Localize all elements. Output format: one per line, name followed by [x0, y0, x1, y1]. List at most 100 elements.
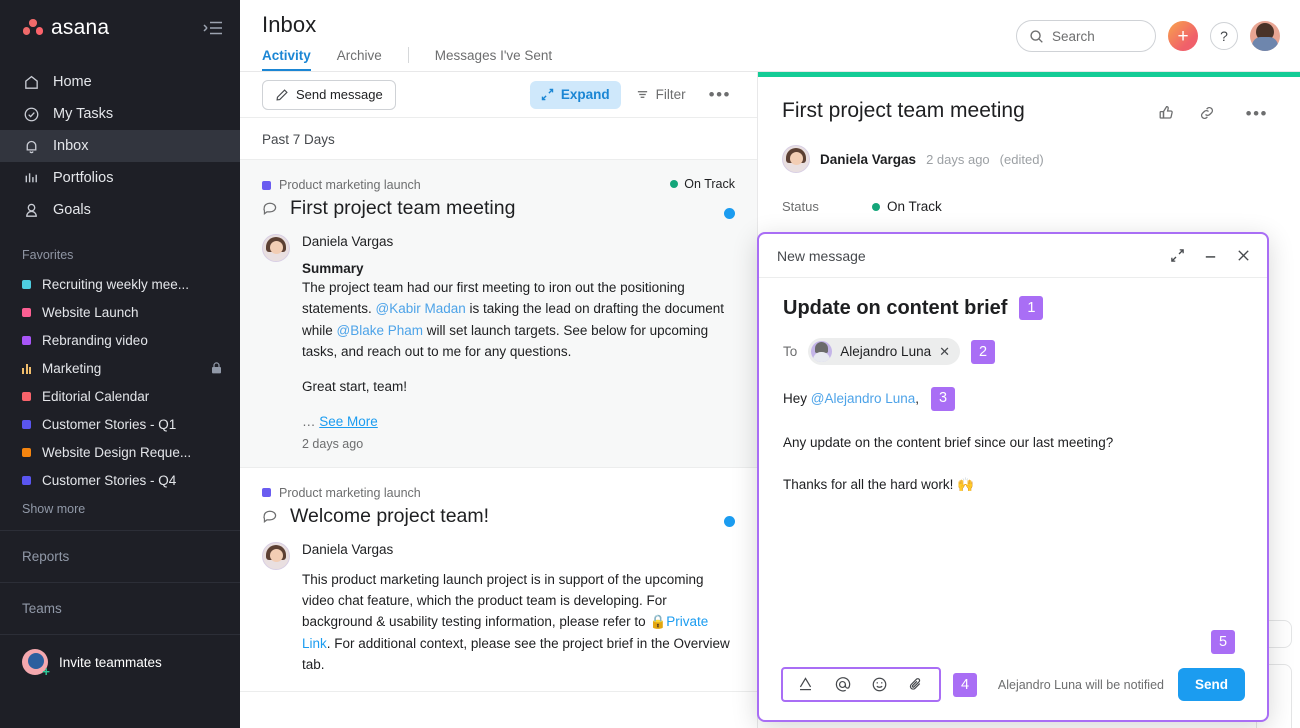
- tab-activity[interactable]: Activity: [262, 48, 311, 72]
- inbox-list-item[interactable]: Product marketing launch On Track First …: [240, 160, 757, 468]
- expand-icon[interactable]: [1170, 248, 1185, 263]
- message-body: Daniela Vargas Summary The project team …: [302, 234, 735, 451]
- detail-author-row: Daniela Vargas 2 days ago (edited): [782, 145, 1276, 173]
- message-greeting[interactable]: Hey @Alejandro Luna, 3: [783, 387, 1243, 411]
- favorite-label: Website Design Reque...: [42, 445, 191, 460]
- link-icon[interactable]: [1198, 104, 1216, 122]
- detail-content: First project team meeting •••: [758, 77, 1300, 214]
- sidebar-item-home[interactable]: Home: [0, 66, 240, 98]
- recipient-chip[interactable]: Alejandro Luna ✕: [808, 338, 960, 365]
- favorite-item[interactable]: Website Design Reque...: [0, 438, 240, 466]
- inbox-list-item[interactable]: Product marketing launch Welcome project…: [240, 468, 757, 693]
- collapse-sidebar-icon[interactable]: [202, 20, 224, 36]
- mention-kabir-madan[interactable]: @Kabir Madan: [376, 301, 466, 316]
- search-icon: [1029, 29, 1044, 44]
- mention-blake-pham[interactable]: @Blake Pham: [337, 323, 424, 338]
- sidebar-item-goals[interactable]: Goals: [0, 194, 240, 226]
- unread-indicator: [724, 516, 735, 527]
- expand-label: Expand: [561, 87, 610, 102]
- tab-divider: [408, 47, 409, 63]
- thumbs-up-icon[interactable]: [1158, 104, 1176, 122]
- plus-icon: +: [1177, 27, 1188, 46]
- invite-teammates-button[interactable]: Invite teammates: [0, 635, 240, 689]
- recipient-name: Alejandro Luna: [840, 344, 931, 359]
- favorite-item[interactable]: Recruiting weekly mee...: [0, 270, 240, 298]
- goal-icon: [22, 201, 40, 219]
- remove-recipient-icon[interactable]: ✕: [939, 344, 950, 360]
- bar-chart-icon: [22, 363, 31, 374]
- sidebar-item-portfolios[interactable]: Portfolios: [0, 162, 240, 194]
- favorite-label: Rebranding video: [42, 333, 148, 348]
- asana-logo[interactable]: asana: [22, 16, 109, 40]
- favorite-item[interactable]: Customer Stories - Q1: [0, 410, 240, 438]
- ellipsis: …: [302, 414, 319, 429]
- more-options-icon[interactable]: •••: [1238, 105, 1276, 122]
- tab-archive[interactable]: Archive: [337, 48, 382, 72]
- show-more-link[interactable]: Show more: [0, 494, 240, 516]
- text-format-icon[interactable]: [797, 676, 814, 693]
- favorite-item[interactable]: Rebranding video: [0, 326, 240, 354]
- message-line-3[interactable]: Thanks for all the hard work! 🙌: [783, 475, 1243, 495]
- invite-teammates-label: Invite teammates: [59, 655, 162, 670]
- create-button[interactable]: +: [1168, 21, 1198, 51]
- asana-app: asana Home My Tasks: [0, 0, 1300, 728]
- help-button[interactable]: ?: [1210, 22, 1238, 50]
- sidebar-item-label: Inbox: [53, 138, 88, 154]
- unread-indicator: [724, 208, 735, 219]
- avatar: [262, 234, 290, 262]
- sidebar-item-my-tasks[interactable]: My Tasks: [0, 98, 240, 130]
- status-dot: [670, 180, 678, 188]
- avatar: [782, 145, 810, 173]
- sidebar-item-label: Goals: [53, 202, 91, 218]
- sidebar-item-inbox[interactable]: Inbox: [0, 130, 240, 162]
- message-author: Daniela Vargas: [302, 234, 735, 249]
- detail-actions: •••: [1158, 99, 1276, 122]
- sidebar-section-reports[interactable]: Reports: [0, 531, 240, 582]
- favorite-item[interactable]: Editorial Calendar: [0, 382, 240, 410]
- item-title-row: Welcome project team!: [262, 505, 735, 528]
- minimize-icon[interactable]: [1203, 248, 1218, 263]
- favorite-item[interactable]: Website Launch: [0, 298, 240, 326]
- avatar: [22, 649, 48, 675]
- search-input[interactable]: Search: [1016, 20, 1156, 52]
- project-color-dot: [22, 280, 31, 289]
- filter-label: Filter: [656, 87, 686, 102]
- sidebar-section-teams[interactable]: Teams: [0, 583, 240, 634]
- message-body: Daniela Vargas This product marketing la…: [302, 542, 735, 676]
- favorite-item[interactable]: Customer Stories - Q4: [0, 466, 240, 494]
- favorites-heading: Favorites: [0, 248, 240, 262]
- project-color-dot: [22, 308, 31, 317]
- status-label: On Track: [684, 177, 735, 191]
- project-color-dot: [22, 448, 31, 457]
- send-button[interactable]: Send: [1178, 668, 1245, 701]
- toolbar-actions: Expand Filter •••: [530, 81, 739, 109]
- send-message-button[interactable]: Send message: [262, 80, 396, 110]
- favorite-item[interactable]: Marketing: [0, 354, 240, 382]
- pencil-icon: [275, 88, 289, 102]
- see-more-link[interactable]: See More: [319, 414, 378, 429]
- message-line-2[interactable]: Any update on the content brief since ou…: [783, 433, 1243, 453]
- project-line: Product marketing launch: [262, 486, 735, 500]
- sidebar-header: asana: [0, 0, 240, 56]
- subject-input[interactable]: Update on content brief: [783, 297, 1007, 320]
- favorite-label: Recruiting weekly mee...: [42, 277, 189, 292]
- more-options-icon[interactable]: •••: [701, 86, 739, 103]
- emoji-icon[interactable]: [871, 676, 888, 693]
- user-avatar[interactable]: [1250, 21, 1280, 51]
- check-circle-icon: [22, 105, 40, 123]
- sidebar: asana Home My Tasks: [0, 0, 240, 728]
- mention-icon[interactable]: [834, 676, 851, 693]
- asana-logo-icon: [22, 18, 44, 38]
- attachment-icon[interactable]: [908, 676, 925, 693]
- to-label: To: [783, 344, 797, 359]
- tab-messages-ive-sent[interactable]: Messages I've Sent: [435, 48, 552, 72]
- favorite-label: Customer Stories - Q4: [42, 473, 176, 488]
- filter-button[interactable]: Filter: [627, 81, 695, 109]
- bell-icon: [22, 137, 40, 155]
- edited-label: (edited): [1000, 152, 1044, 167]
- expand-button[interactable]: Expand: [530, 81, 621, 109]
- favorite-label: Marketing: [42, 361, 101, 376]
- mention-alejandro-luna[interactable]: @Alejandro Luna: [811, 391, 916, 406]
- close-icon[interactable]: [1236, 248, 1251, 263]
- detail-title: First project team meeting: [782, 99, 1025, 123]
